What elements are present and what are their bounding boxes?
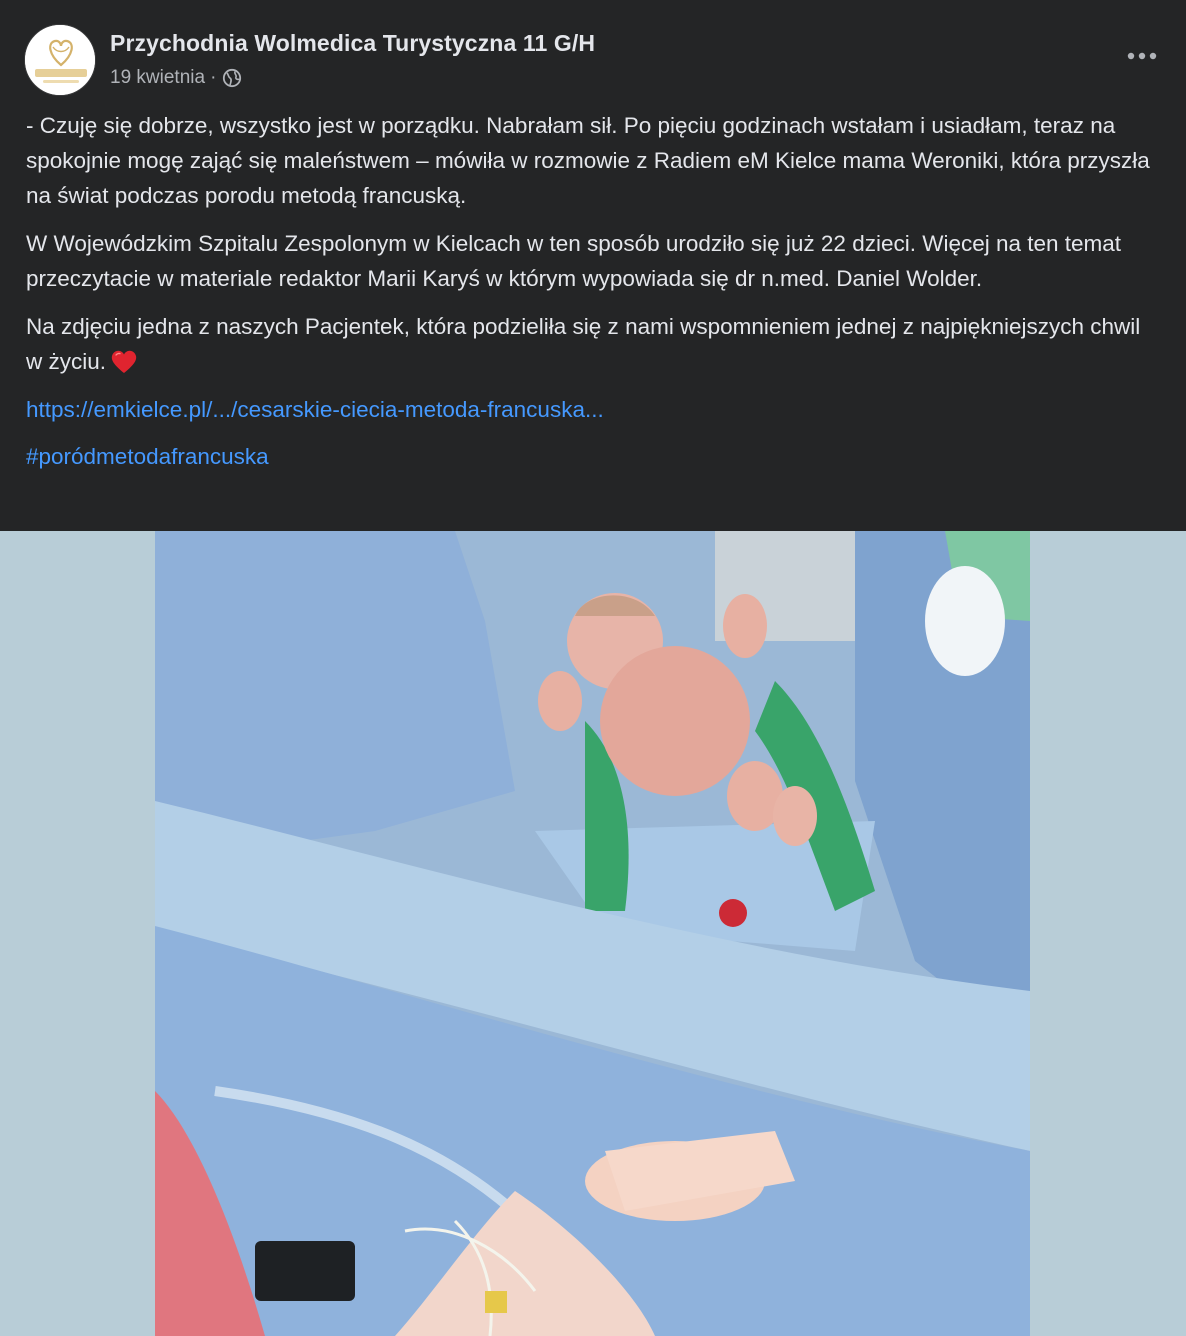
hashtag-link[interactable]: #poródmetodafrancuska xyxy=(26,439,1161,474)
post-paragraph: W Wojewódzkim Szpitalu Zespolonym w Kiel… xyxy=(26,231,1122,291)
more-options-button[interactable] xyxy=(1122,38,1162,74)
newborn-delivery-photo xyxy=(155,531,1030,1336)
facebook-post: Przychodnia Wolmedica Turystyczna 11 G/H… xyxy=(0,0,1186,1336)
red-heart-icon xyxy=(111,350,137,373)
post-paragraph: Na zdjęciu jedna z naszych Pacjentek, kt… xyxy=(26,314,1141,374)
article-link[interactable]: https://emkielce.pl/.../cesarskie-ciecia… xyxy=(26,392,1161,427)
post-header: Przychodnia Wolmedica Turystyczna 11 G/H… xyxy=(24,24,1162,96)
post-meta: 19 kwietnia · xyxy=(110,66,242,90)
post-paragraph: - Czuję się dobrze, wszystko jest w porz… xyxy=(26,113,1150,208)
globe-icon[interactable] xyxy=(222,68,242,88)
meta-separator: · xyxy=(210,67,217,88)
more-horizontal-icon xyxy=(1127,52,1157,60)
post-paragraph-with-emoji: Na zdjęciu jedna z naszych Pacjentek, kt… xyxy=(26,309,1161,379)
wolmedica-logo-icon xyxy=(25,25,95,95)
page-name[interactable]: Przychodnia Wolmedica Turystyczna 11 G/H xyxy=(110,30,595,57)
page-avatar[interactable] xyxy=(24,24,96,96)
post-photo-container[interactable] xyxy=(0,531,1186,1336)
post-date[interactable]: 19 kwietnia xyxy=(110,67,205,89)
post-body: - Czuję się dobrze, wszystko jest w porz… xyxy=(26,108,1161,474)
